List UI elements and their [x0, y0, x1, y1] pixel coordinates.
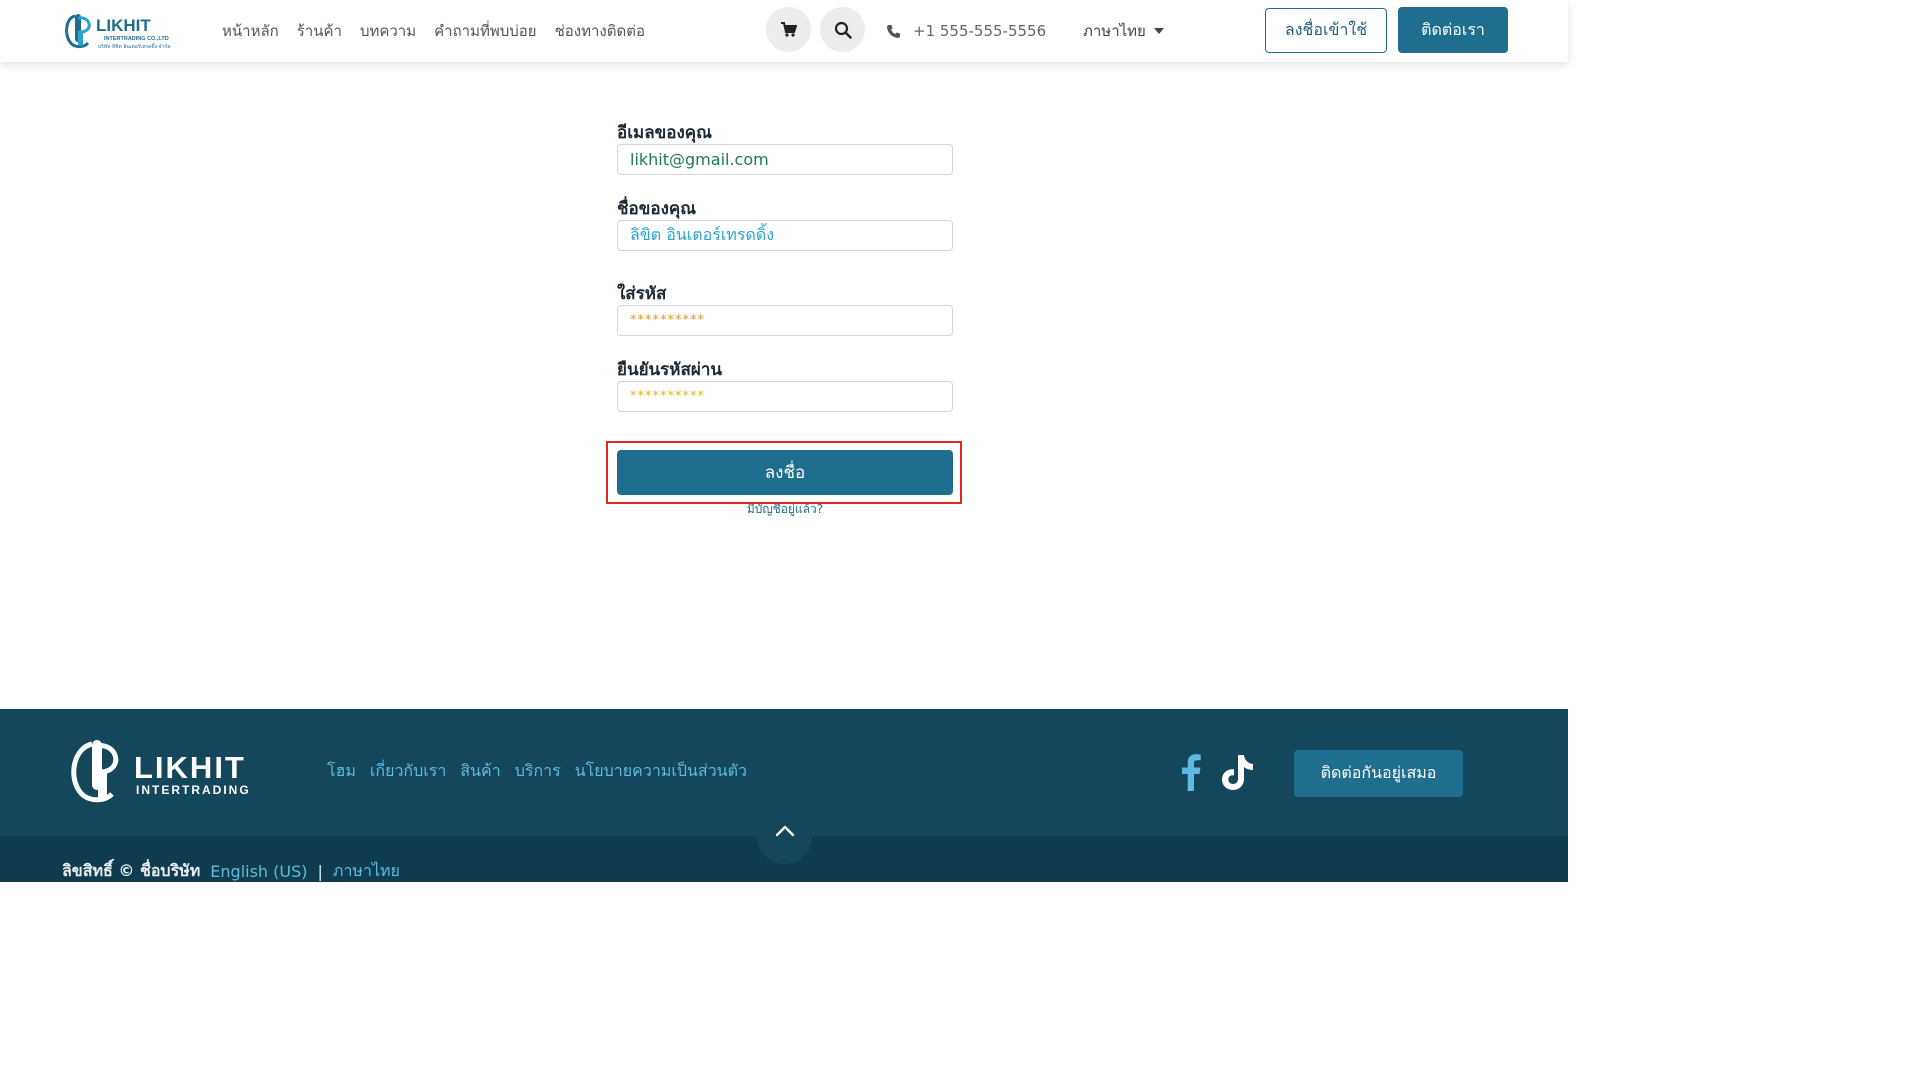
- copyright-text: ลิขสิทธิ์ © ชื่อบริษัท: [62, 861, 201, 880]
- nav-item-contact-channels[interactable]: ช่องทางติดต่อ: [555, 19, 645, 43]
- footer-link-products[interactable]: สินค้า: [460, 759, 500, 784]
- search-button[interactable]: [820, 7, 865, 52]
- logo-name: LIKHIT: [96, 16, 151, 35]
- footer-logo[interactable]: LIKHIT INTERTRADING: [64, 736, 270, 808]
- confirm-password-label: ยืนยันรหัสผ่าน: [617, 360, 723, 380]
- name-field[interactable]: ลิขิต อินเตอร์เทรดดิ้ง: [617, 220, 953, 251]
- copyright-bar: ลิขสิทธิ์ © ชื่อบริษัท English (US) | ภา…: [62, 859, 400, 884]
- contact-us-button[interactable]: ติดต่อเรา: [1398, 7, 1508, 53]
- logo-subtitle: INTERTRADING CO.,LTD: [104, 36, 169, 42]
- tiktok-icon[interactable]: [1220, 753, 1254, 791]
- nav-item-articles[interactable]: บทความ: [360, 19, 416, 43]
- language-dropdown[interactable]: ภาษาไทย: [1083, 0, 1164, 62]
- language-link-thai[interactable]: ภาษาไทย: [333, 859, 400, 884]
- stay-in-touch-button[interactable]: ติดต่อกันอยู่เสมอ: [1294, 750, 1463, 797]
- password-field[interactable]: **********: [617, 305, 953, 336]
- footer-logo-subtitle: INTERTRADING: [136, 783, 251, 797]
- nav-item-home[interactable]: หน้าหลัก: [222, 19, 279, 43]
- highlight-box: [606, 441, 962, 504]
- facebook-icon[interactable]: [1180, 753, 1202, 791]
- language-label: ภาษาไทย: [1083, 22, 1146, 40]
- password-label: ใส่รหัส: [617, 284, 667, 304]
- nav-item-faq[interactable]: คำถามที่พบบ่อย: [434, 19, 536, 43]
- cart-icon: [780, 22, 797, 37]
- main-nav: หน้าหลัก ร้านค้า บทความ คำถามที่พบบ่อย ช…: [222, 0, 645, 62]
- site-logo[interactable]: LIKHIT INTERTRADING CO.,LTD บริษัท ลิขิต…: [62, 10, 186, 52]
- nav-item-shop[interactable]: ร้านค้า: [297, 19, 342, 43]
- confirm-password-field[interactable]: **********: [617, 381, 953, 412]
- scroll-to-top-button[interactable]: [757, 809, 812, 864]
- email-field[interactable]: likhit@gmail.com: [617, 144, 953, 175]
- footer-logo-name: LIKHIT: [134, 750, 246, 785]
- site-header: LIKHIT INTERTRADING CO.,LTD บริษัท ลิขิต…: [0, 0, 1568, 62]
- cart-button[interactable]: [766, 7, 811, 52]
- footer-link-home[interactable]: โฮม: [327, 759, 356, 784]
- footer-link-services[interactable]: บริการ: [515, 759, 561, 784]
- logo-thai-name: บริษัท ลิขิต อินเตอร์เทรดดิ้ง จำกัด: [98, 41, 171, 50]
- site-footer: LIKHIT INTERTRADING โฮม เกี่ยวกับเรา สิน…: [0, 709, 1568, 882]
- footer-nav: โฮม เกี่ยวกับเรา สินค้า บริการ นโยบายควา…: [327, 759, 747, 784]
- signin-button[interactable]: ลงชื่อเข้าใช้: [1265, 8, 1387, 53]
- language-separator: |: [317, 862, 323, 881]
- phone-contact[interactable]: +1 555-555-5556: [886, 0, 1046, 62]
- caret-down-icon: [1153, 28, 1164, 34]
- footer-link-about[interactable]: เกี่ยวกับเรา: [370, 759, 446, 784]
- footer-link-privacy[interactable]: นโยบายความเป็นส่วนตัว: [575, 759, 747, 784]
- phone-icon: [887, 24, 900, 38]
- chevron-up-icon: [775, 825, 794, 837]
- search-icon: [834, 21, 852, 39]
- name-label: ชื่อของคุณ: [617, 199, 697, 219]
- language-link-english[interactable]: English (US): [210, 862, 307, 881]
- phone-number: +1 555-555-5556: [913, 22, 1047, 40]
- email-label: อีเมลของคุณ: [617, 123, 712, 143]
